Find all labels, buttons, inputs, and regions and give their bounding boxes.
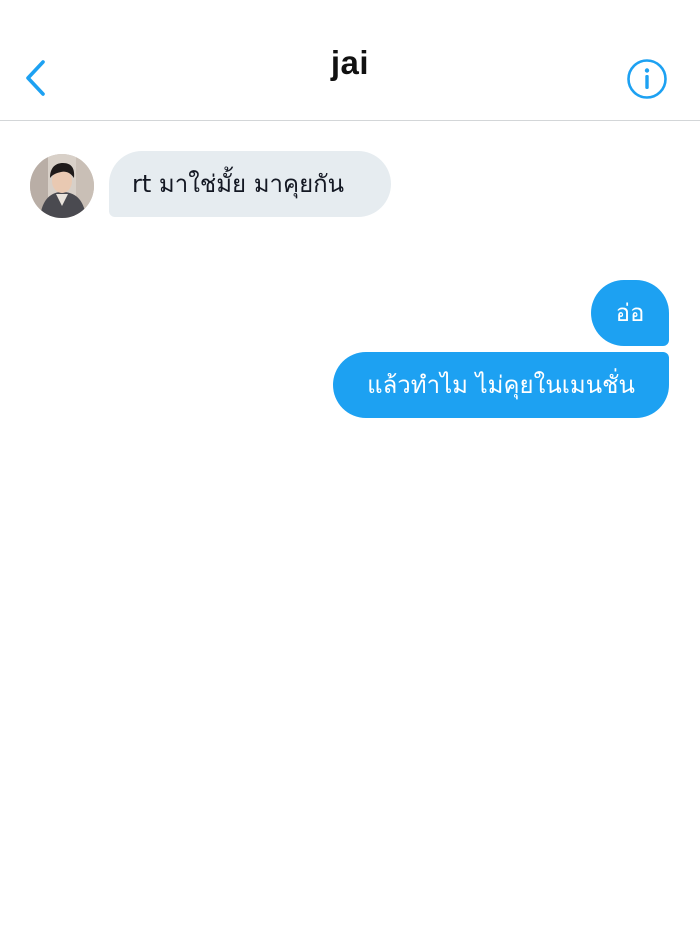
avatar-photo (30, 154, 94, 218)
message-thread: rt มาใช่มั้ย มาคุยกัน อ่อ แล้วทำไม ไม่คุ… (0, 121, 700, 933)
conversation-title: jai (330, 44, 370, 81)
outgoing-message[interactable]: อ่อ (591, 280, 669, 346)
message-text: แล้วทำไม ไม่คุยในเมนชั่น (367, 371, 635, 399)
info-button[interactable] (626, 58, 668, 100)
outgoing-message[interactable]: แล้วทำไม ไม่คุยในเมนชั่น (333, 352, 669, 418)
message-text: rt มาใช่มั้ย มาคุยกัน (132, 170, 345, 198)
avatar[interactable] (30, 154, 94, 218)
info-icon (627, 59, 667, 99)
incoming-message[interactable]: rt มาใช่มั้ย มาคุยกัน (109, 151, 391, 217)
message-text: อ่อ (615, 299, 645, 327)
conversation-header: jai (0, 0, 700, 121)
